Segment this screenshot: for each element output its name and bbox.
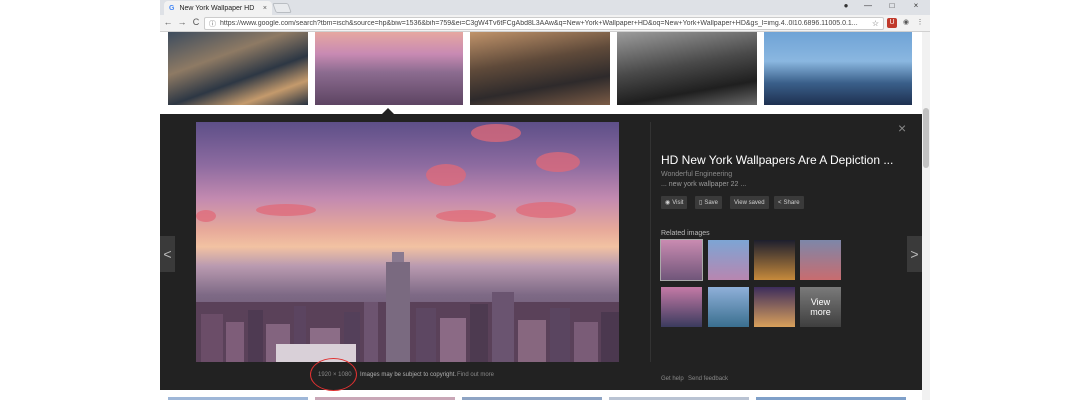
- scrollbar[interactable]: [922, 32, 930, 400]
- result-thumbnail[interactable]: [764, 32, 912, 105]
- result-thumbnail[interactable]: [470, 32, 610, 105]
- cloud-shape: [471, 124, 521, 142]
- result-thumbnail-selected[interactable]: [315, 32, 463, 105]
- view-saved-button[interactable]: View saved: [730, 196, 769, 209]
- globe-icon: ◉: [665, 200, 671, 206]
- result-thumbnail[interactable]: [617, 32, 757, 105]
- minimize-button[interactable]: —: [858, 1, 878, 10]
- cloud-shape: [516, 202, 576, 218]
- visit-label: Visit: [672, 199, 684, 206]
- share-label: Share: [783, 199, 800, 206]
- google-favicon-icon: G: [169, 4, 175, 12]
- bookmark-star-icon[interactable]: ☆: [872, 19, 879, 28]
- image-dimensions: 1920 × 1080: [318, 372, 352, 378]
- copyright-note: Images may be subject to copyright.: [360, 372, 457, 378]
- preview-image[interactable]: [196, 122, 619, 362]
- forward-icon[interactable]: →: [176, 17, 188, 27]
- save-button[interactable]: ▯ Save: [695, 196, 722, 209]
- result-title[interactable]: HD New York Wallpapers Are A Depiction .…: [661, 153, 896, 167]
- cloud-shape: [196, 210, 216, 222]
- save-label: Save: [704, 199, 718, 206]
- view-more-button[interactable]: View more: [800, 287, 841, 327]
- find-out-more-link[interactable]: Find out more: [457, 372, 494, 378]
- tab-strip: G New York Wallpaper HD × ● — □ ×: [160, 0, 930, 15]
- account-icon[interactable]: ●: [836, 1, 856, 10]
- related-images-label: Related images: [661, 230, 710, 237]
- browser-window: G New York Wallpaper HD × ● — □ × ← → C …: [160, 0, 930, 400]
- back-icon[interactable]: ←: [162, 17, 174, 27]
- address-bar[interactable]: ⓘ https://www.google.com/search?tbm=isch…: [204, 17, 884, 30]
- city-skyline: [196, 252, 619, 362]
- related-image[interactable]: [754, 240, 795, 280]
- result-source[interactable]: Wonderful Engineering: [661, 171, 732, 178]
- view-saved-label: View saved: [734, 199, 765, 206]
- menu-icon[interactable]: ⋮: [915, 18, 925, 28]
- browser-tab[interactable]: G New York Wallpaper HD ×: [164, 1, 272, 15]
- maximize-button[interactable]: □: [882, 1, 902, 10]
- view-more-label: View more: [810, 297, 831, 317]
- send-feedback-link[interactable]: Send feedback: [688, 376, 728, 382]
- related-image[interactable]: [661, 287, 702, 327]
- related-image[interactable]: [660, 239, 703, 281]
- cloud-shape: [256, 204, 316, 216]
- related-image[interactable]: [708, 287, 749, 327]
- close-viewer-icon[interactable]: ×: [898, 120, 906, 136]
- result-thumbnail[interactable]: [168, 32, 308, 105]
- visit-button[interactable]: ◉ Visit: [661, 196, 688, 209]
- tab-close-icon[interactable]: ×: [263, 5, 267, 12]
- image-results: < HD New York Wallpapers Are A Depiction…: [160, 32, 930, 400]
- previous-image-button[interactable]: <: [160, 236, 175, 272]
- next-image-button[interactable]: >: [907, 236, 922, 272]
- scrollbar-thumb[interactable]: [923, 108, 929, 168]
- extension-u-icon[interactable]: U: [887, 18, 897, 28]
- info-icon[interactable]: ⓘ: [209, 19, 216, 29]
- image-viewer-panel: < HD New York Wallpapers Are A Depiction…: [160, 114, 922, 391]
- cloud-shape: [436, 210, 496, 222]
- cloud-shape: [536, 152, 580, 172]
- related-image[interactable]: [800, 240, 841, 280]
- reload-icon[interactable]: C: [190, 17, 202, 27]
- result-caption: ... new york wallpaper 22 ...: [661, 181, 747, 188]
- cloud-shape: [426, 164, 466, 186]
- share-button[interactable]: < Share: [774, 196, 804, 209]
- close-window-button[interactable]: ×: [906, 1, 926, 10]
- related-image[interactable]: [754, 287, 795, 327]
- panel-divider: [650, 122, 651, 362]
- new-tab-button[interactable]: [272, 3, 292, 13]
- get-help-link[interactable]: Get help: [661, 376, 684, 382]
- tab-title: New York Wallpaper HD: [179, 4, 255, 12]
- extension-circle-icon[interactable]: ◉: [901, 18, 911, 28]
- related-image[interactable]: [708, 240, 749, 280]
- browser-toolbar: ← → C ⓘ https://www.google.com/search?tb…: [160, 15, 930, 32]
- url-text[interactable]: https://www.google.com/search?tbm=isch&s…: [220, 20, 868, 27]
- share-icon: <: [778, 199, 782, 206]
- bookmark-icon: ▯: [699, 200, 703, 206]
